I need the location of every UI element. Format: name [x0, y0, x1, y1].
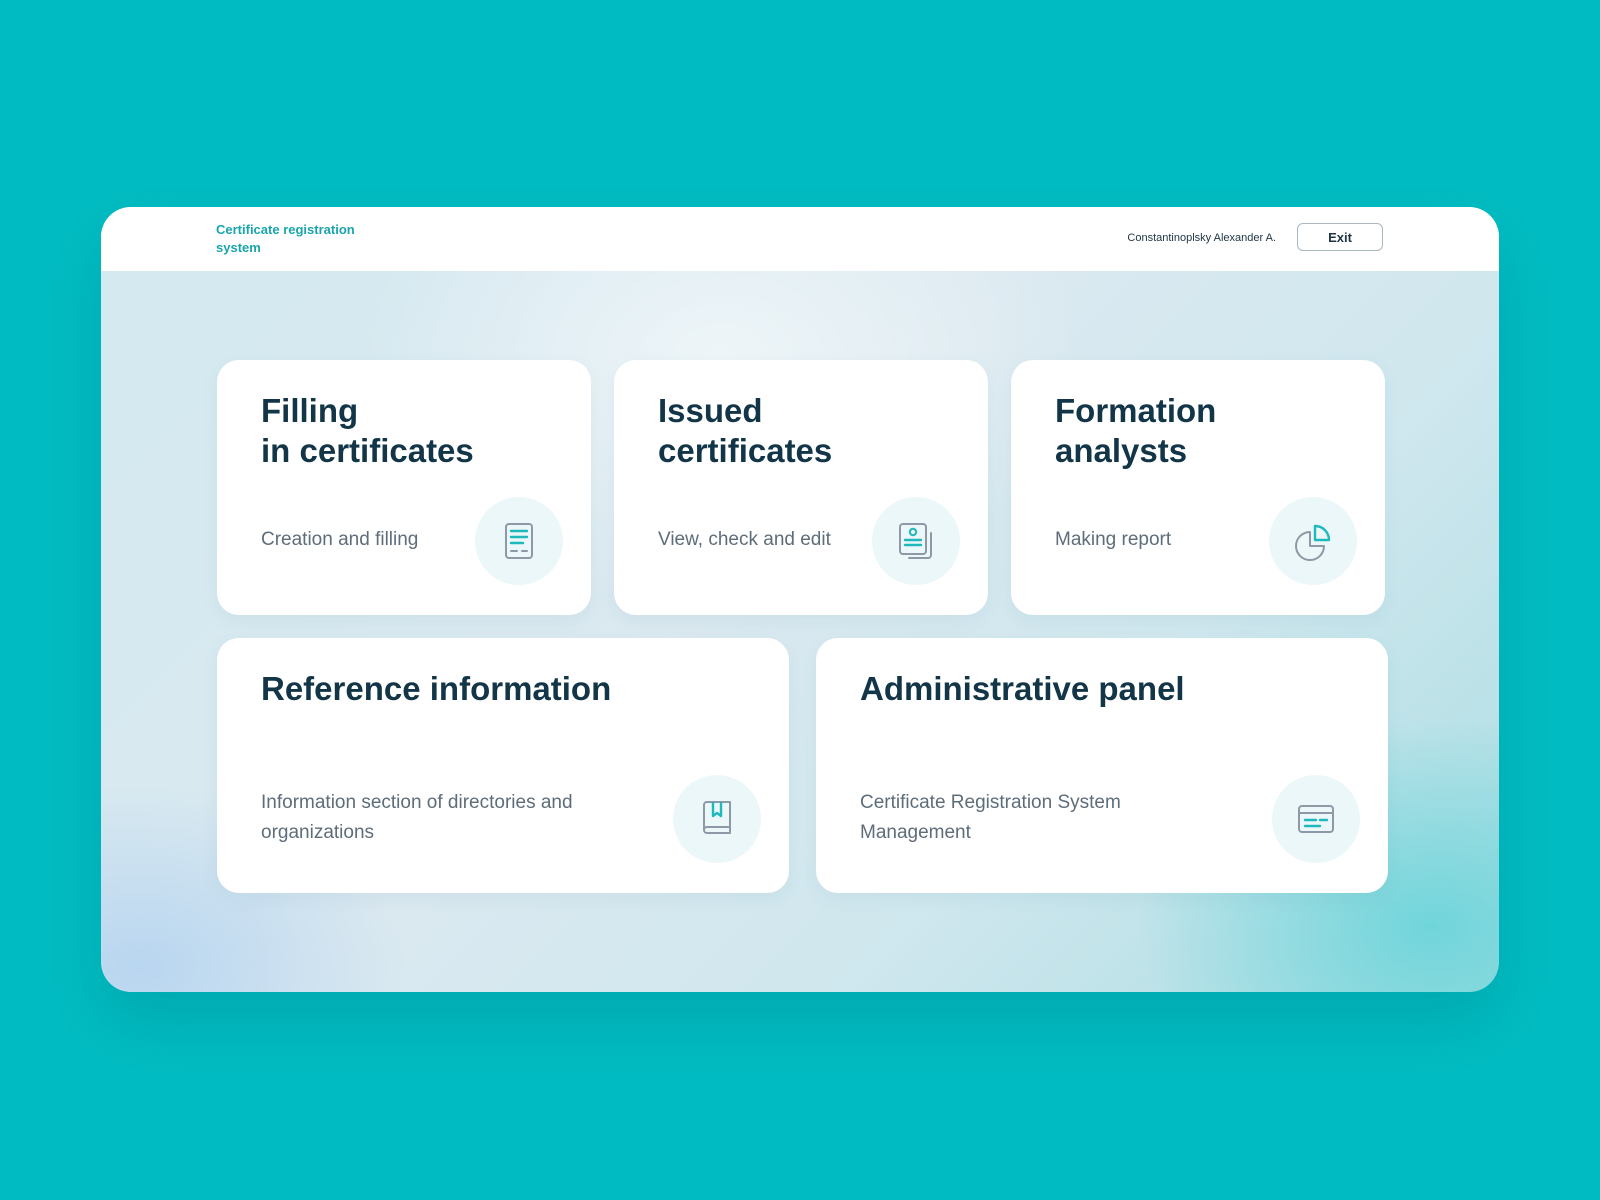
card-title: Administrative panel — [860, 670, 1185, 707]
card-title: Reference information — [261, 670, 612, 707]
certificate-stack-icon — [872, 497, 960, 585]
card-title: Formation analysts — [1055, 392, 1217, 469]
card-description: View, check and edit — [658, 529, 831, 550]
card-description: Making report — [1055, 529, 1172, 550]
document-icon — [475, 497, 563, 585]
card-title: Issued certificates — [658, 392, 833, 469]
brand-title: Certificate registration system — [216, 222, 355, 255]
card-formation-analysts[interactable]: Formation analysts Making report — [1011, 360, 1385, 615]
card-description: Creation and filling — [261, 529, 419, 550]
header: Certificate registration system Constant… — [101, 207, 1499, 271]
bookmark-book-icon — [673, 775, 761, 863]
card-administrative-panel[interactable]: Administrative panel Certificate Registr… — [816, 638, 1388, 893]
pie-chart-icon — [1269, 497, 1357, 585]
card-description: Information section of directories and o… — [261, 792, 573, 843]
app-window: Certificate registration system Constant… — [101, 207, 1499, 992]
card-filling-certificates[interactable]: Filling in certificates Creation and fil… — [217, 360, 591, 615]
admin-card-icon — [1272, 775, 1360, 863]
exit-button[interactable]: Exit — [1297, 223, 1383, 251]
card-description: Certificate Registration System Manageme… — [860, 792, 1121, 843]
card-reference-information[interactable]: Reference information Information sectio… — [217, 638, 789, 893]
user-name: Constantinoplsky Alexander A. — [1127, 232, 1276, 244]
card-issued-certificates[interactable]: Issued certificates View, check and edit — [614, 360, 988, 615]
card-title: Filling in certificates — [261, 392, 474, 469]
